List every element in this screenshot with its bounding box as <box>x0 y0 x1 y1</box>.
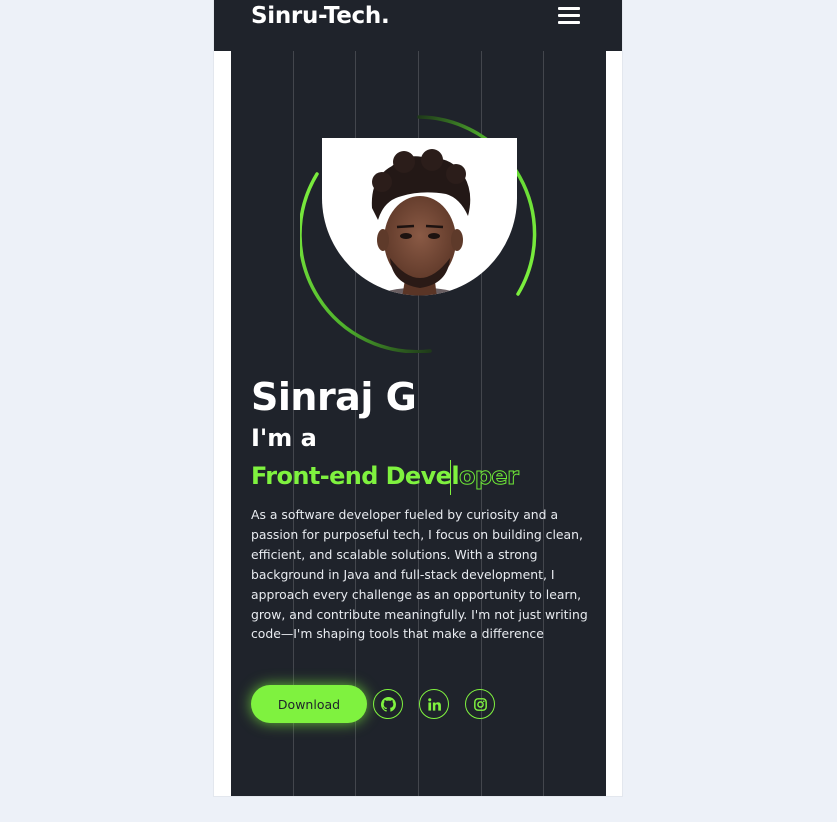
role-remaining-text: oper <box>458 462 519 491</box>
typed-role: Front-end Developer <box>251 462 519 491</box>
grid-line <box>543 51 544 796</box>
typing-caret <box>450 460 451 495</box>
hero-greeting: I'm a <box>251 424 317 452</box>
instagram-glyph <box>473 697 487 711</box>
profile-photo <box>322 138 517 296</box>
navbar: Sinru-Tech. <box>214 0 622 51</box>
hero-bio: As a software developer fueled by curios… <box>251 507 588 642</box>
linkedin-glyph <box>427 697 441 711</box>
mobile-viewport: Sinru-Tech. Sinraj G I'm a Front-end Dev… <box>214 0 622 796</box>
github-glyph <box>380 696 396 712</box>
hero-name: Sinraj G <box>251 375 417 419</box>
download-button[interactable]: Download <box>251 685 367 723</box>
hamburger-menu-icon[interactable] <box>558 7 582 26</box>
instagram-icon[interactable] <box>465 689 495 719</box>
role-typed-text: Front-end Devel <box>251 462 460 490</box>
github-icon[interactable] <box>373 689 403 719</box>
linkedin-icon[interactable] <box>419 689 449 719</box>
hero-section: Sinraj G I'm a Front-end Developer As a … <box>231 51 606 796</box>
brand-logo[interactable]: Sinru-Tech. <box>251 3 390 29</box>
